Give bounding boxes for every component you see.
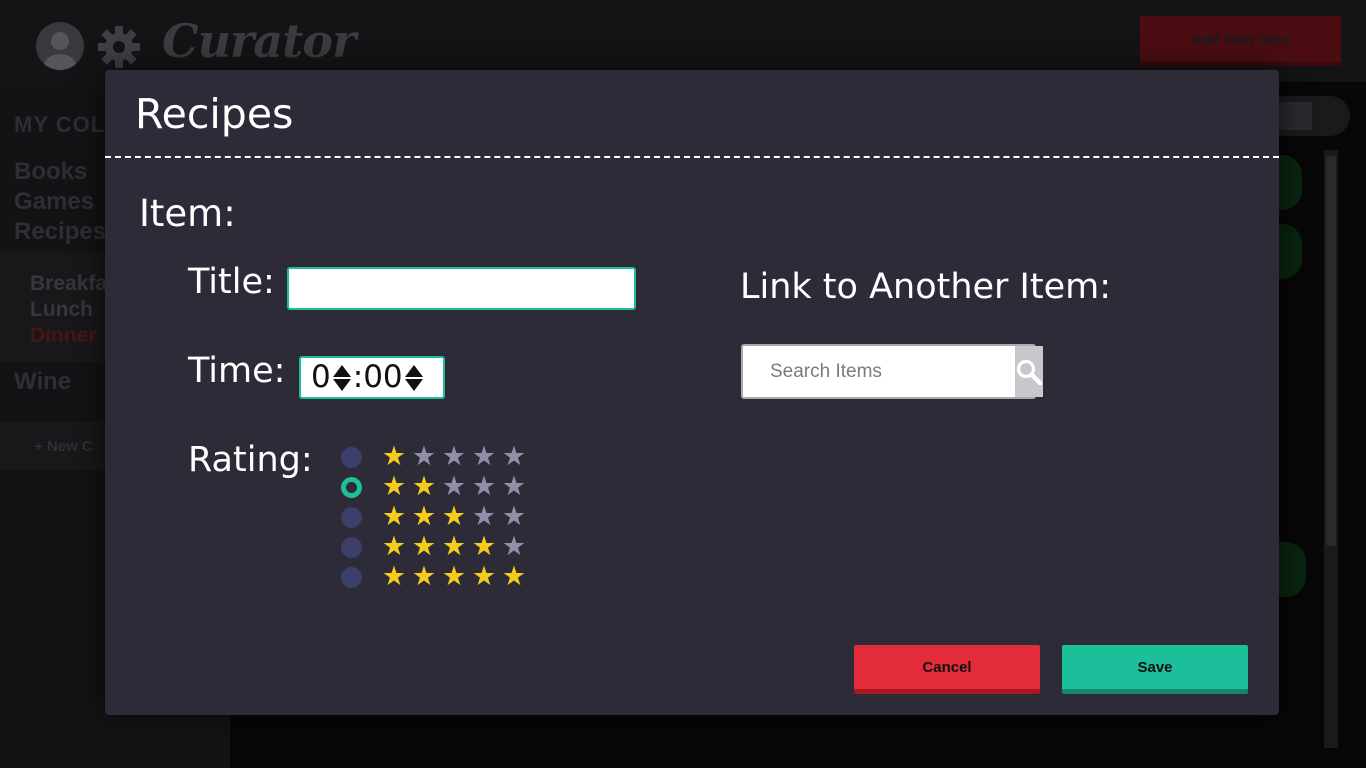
link-search bbox=[741, 344, 1043, 399]
hours-stepper[interactable] bbox=[332, 364, 351, 391]
time-label: Time: bbox=[188, 351, 286, 391]
star-icon: ★ bbox=[381, 531, 407, 562]
rating-option-2[interactable]: ★ ★ ★ ★ ★ bbox=[341, 471, 529, 502]
rating-option-1[interactable]: ★ ★ ★ ★ ★ bbox=[341, 441, 529, 472]
gear-icon bbox=[96, 24, 142, 70]
modal-title: Recipes bbox=[135, 90, 294, 138]
star-icon: ★ bbox=[411, 441, 437, 472]
minutes-stepper[interactable] bbox=[404, 364, 423, 391]
rating-radio-2[interactable] bbox=[341, 476, 362, 498]
star-icon: ★ bbox=[441, 501, 467, 532]
link-label: Link to Another Item: bbox=[740, 267, 1112, 307]
avatar bbox=[36, 22, 84, 70]
rating-radio-1[interactable] bbox=[341, 446, 362, 468]
star-icon: ★ bbox=[381, 441, 407, 472]
app-logo: Curator bbox=[162, 14, 356, 68]
star-icon: ★ bbox=[411, 531, 437, 562]
star-icon: ★ bbox=[501, 441, 527, 472]
star-icon: ★ bbox=[441, 441, 467, 472]
title-label: Title: bbox=[188, 262, 275, 302]
scrollbar-thumb bbox=[1326, 156, 1336, 546]
sidebar-subitem-lunch: Lunch bbox=[30, 298, 93, 321]
sidebar-subitem-breakfast: Breakfa bbox=[30, 272, 108, 295]
sidebar-subitem-dinner: Dinner bbox=[30, 324, 97, 347]
item-section-label: Item: bbox=[139, 192, 236, 235]
minutes-up-arrow-icon[interactable] bbox=[404, 364, 423, 377]
sidebar-item-wine: Wine bbox=[14, 368, 72, 395]
rating-label: Rating: bbox=[188, 440, 313, 480]
sidebar-item-games: Games bbox=[14, 188, 95, 215]
link-search-button[interactable] bbox=[1015, 346, 1043, 397]
rating-radio-5[interactable] bbox=[341, 566, 362, 588]
rating-radio-4[interactable] bbox=[341, 536, 362, 558]
hours-down-arrow-icon[interactable] bbox=[332, 378, 351, 391]
link-search-input[interactable] bbox=[743, 346, 1015, 397]
star-icon: ★ bbox=[471, 441, 497, 472]
time-separator: : bbox=[352, 359, 364, 395]
time-minutes-value[interactable]: 00 bbox=[363, 362, 402, 393]
time-input[interactable]: 0 : 00 bbox=[299, 356, 445, 399]
background-search-button bbox=[1276, 102, 1312, 130]
star-icon: ★ bbox=[501, 501, 527, 532]
rating-option-4[interactable]: ★ ★ ★ ★ ★ bbox=[341, 531, 529, 562]
edit-item-modal: Recipes Item: Title: Time: 0 : 00 Rating… bbox=[105, 70, 1279, 715]
save-button[interactable]: Save bbox=[1062, 645, 1248, 694]
search-icon bbox=[1016, 359, 1043, 385]
minutes-down-arrow-icon[interactable] bbox=[404, 378, 423, 391]
rating-option-5[interactable]: ★ ★ ★ ★ ★ bbox=[341, 561, 529, 592]
time-hours-value[interactable]: 0 bbox=[311, 362, 331, 393]
star-icon: ★ bbox=[501, 531, 527, 562]
star-icon: ★ bbox=[441, 561, 467, 592]
sidebar-item-books: Books bbox=[14, 158, 88, 185]
star-icon: ★ bbox=[471, 531, 497, 562]
title-input[interactable] bbox=[287, 267, 636, 310]
hours-up-arrow-icon[interactable] bbox=[332, 364, 351, 377]
star-icon: ★ bbox=[411, 471, 437, 502]
sidebar-item-recipes: Recipes bbox=[14, 218, 107, 245]
star-icon: ★ bbox=[381, 471, 407, 502]
sidebar-title: MY COL bbox=[14, 112, 106, 137]
star-icon: ★ bbox=[441, 531, 467, 562]
star-icon: ★ bbox=[381, 561, 407, 592]
star-icon: ★ bbox=[471, 501, 497, 532]
star-icon: ★ bbox=[501, 561, 527, 592]
star-icon: ★ bbox=[381, 501, 407, 532]
rating-radio-3[interactable] bbox=[341, 506, 362, 528]
add-new-item-button: Add New Item bbox=[1140, 16, 1341, 66]
star-icon: ★ bbox=[471, 561, 497, 592]
rating-option-3[interactable]: ★ ★ ★ ★ ★ bbox=[341, 501, 529, 532]
star-icon: ★ bbox=[471, 471, 497, 502]
star-icon: ★ bbox=[411, 501, 437, 532]
cancel-button[interactable]: Cancel bbox=[854, 645, 1040, 694]
star-icon: ★ bbox=[441, 471, 467, 502]
star-icon: ★ bbox=[501, 471, 527, 502]
star-icon: ★ bbox=[411, 561, 437, 592]
modal-divider bbox=[105, 156, 1279, 158]
